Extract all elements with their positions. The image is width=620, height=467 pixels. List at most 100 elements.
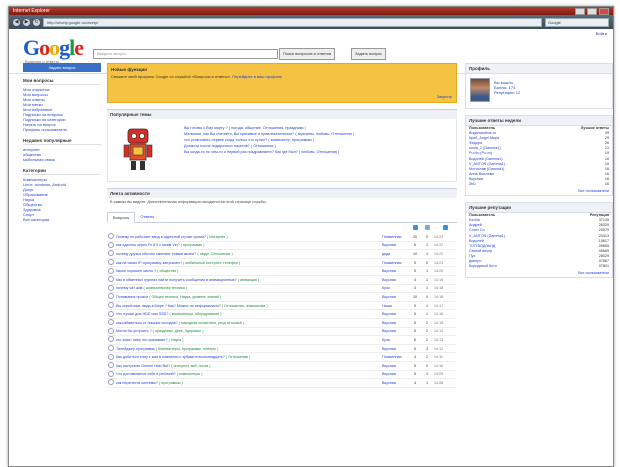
follow-toggle[interactable] [107, 370, 115, 380]
author-link[interactable]: Пламенная [381, 233, 409, 242]
address-bar[interactable]: http://otvety.google.ru/otvety/ [43, 17, 542, 27]
follow-toggle[interactable] [107, 344, 115, 354]
search-input[interactable]: Введите вопрос [93, 49, 278, 59]
follow-toggle[interactable] [107, 378, 115, 388]
follow-toggle[interactable] [107, 241, 115, 251]
tab-answers[interactable]: Ответы [135, 212, 159, 222]
ask-question-button[interactable]: Задать вопрос [351, 48, 387, 60]
follow-toggle[interactable] [107, 327, 115, 337]
user-link[interactable]: 2bD [469, 182, 476, 187]
table-row[interactable]: Понимание прокси ( Общая техника, Наука,… [107, 292, 457, 302]
author-link[interactable]: Вкусная [381, 327, 409, 337]
question-tags[interactable]: ( программы ) [181, 243, 205, 247]
author-link[interactable]: Вкусная [381, 318, 409, 328]
author-link[interactable]: Вкусная [381, 378, 409, 388]
question-cell[interactable]: как сделать через Fn 8 9 с моим Vin? ( п… [115, 241, 381, 251]
table-row[interactable]: Как в обменных группах найти получить со… [107, 275, 457, 285]
follow-toggle[interactable] [107, 335, 115, 345]
close-button[interactable] [599, 8, 609, 15]
follow-toggle[interactable] [107, 284, 115, 294]
question-tags[interactable]: ( мобильный интернет, телефон ) [183, 261, 240, 265]
follow-toggle[interactable] [107, 361, 115, 371]
table-row[interactable]: Что лучше для HDD или SSD? ( компьютеры,… [107, 309, 457, 319]
follow-toggle[interactable] [107, 301, 115, 311]
question-tags[interactable]: ( программы ) [159, 381, 183, 385]
follow-toggle[interactable] [107, 233, 115, 242]
question-cell[interactable]: почему чат жив ( компьютерная техника ) [115, 284, 381, 294]
question-cell[interactable]: Почему не работает ввод в адресной строк… [115, 233, 381, 242]
question-tags[interactable]: ( интернет, веб, почта ) [171, 364, 210, 368]
author-link[interactable]: Наша [381, 301, 409, 311]
question-cell[interactable]: Как добиться тому с ком в компании с зуб… [115, 352, 381, 362]
question-cell[interactable]: Понимание прокси ( Общая техника, Наука,… [115, 292, 381, 302]
table-row[interactable]: Тинейджер программа ( Компьютеры, програ… [107, 344, 457, 354]
question-tags[interactable]: ( компьютеры ) [177, 372, 203, 376]
question-tags[interactable]: ( Интернет ) [207, 235, 228, 239]
author-link[interactable]: Вкусная [381, 370, 409, 380]
author-link[interactable]: Вкусная [381, 292, 409, 302]
question-cell[interactable]: Могли бы устроить ? ( праздники, день, З… [115, 327, 381, 337]
question-cell[interactable]: как избавиться от лишних холодов? ( наро… [115, 318, 381, 328]
sidebar-link[interactable]: Профиль пользователя [23, 127, 101, 132]
question-cell[interactable]: Вы серьёзные люди в Мире ? Как? Можно ли… [115, 301, 381, 311]
back-icon[interactable]: ◀ [13, 18, 20, 26]
table-row[interactable]: почему чат жив ( компьютерная техника ) К… [107, 284, 457, 294]
search-button[interactable]: Поиск вопросов и ответов [279, 48, 336, 60]
question-tags[interactable]: ( люди, Отношения ) [197, 252, 232, 256]
question-tags[interactable]: ( Наука ) [169, 338, 184, 342]
tag-link[interactable]: мобильная связь [23, 157, 101, 162]
table-row[interactable]: почему друзья обычно сменяют ставки жизн… [107, 249, 457, 259]
author-link[interactable]: Пламенная [381, 258, 409, 268]
follow-toggle[interactable] [107, 309, 115, 319]
question-cell[interactable]: Какое хорошее число ? ( общество ) [115, 266, 381, 276]
question-tags[interactable]: ( общество ) [157, 269, 178, 273]
author-link[interactable]: Вкусная [381, 266, 409, 276]
table-row[interactable]: Какое хорошее число ? ( общество ) Вкусна… [107, 266, 457, 276]
author-link[interactable]: Кузя [381, 284, 409, 294]
follow-toggle[interactable] [107, 275, 115, 285]
author-link[interactable]: Кузя [381, 335, 409, 345]
question-cell[interactable]: как на часах IP-программу запускают? ( м… [115, 258, 381, 268]
category-link[interactable]: Все категории [23, 217, 101, 222]
table-row[interactable]: как сделать через Fn 8 9 с моим Vin? ( п… [107, 241, 457, 251]
minimize-button[interactable] [575, 8, 585, 15]
author-link[interactable]: Вкусная [381, 241, 409, 251]
question-tags[interactable]: ( Отношения ) [226, 355, 250, 359]
follow-toggle[interactable] [107, 266, 115, 276]
question-cell[interactable]: кто знает пиво что скачивает? ( Наука ) [115, 335, 381, 345]
table-row[interactable]: Что доставляется себе в рабочий? ( компь… [107, 370, 457, 380]
follow-toggle[interactable] [107, 352, 115, 362]
table-row[interactable]: Почему не работает ввод в адресной строк… [107, 233, 457, 242]
table-row[interactable]: как перенести системы? ( программы ) Вкус… [107, 378, 457, 388]
author-link[interactable]: Вкусная [381, 361, 409, 371]
popular-item[interactable]: Вы когда-то по чем-то о первой раз поздр… [184, 149, 454, 155]
google-logo[interactable]: Google [23, 35, 84, 61]
table-row[interactable]: кто знает пиво что скачивает? ( Наука ) К… [107, 335, 457, 345]
question-tags[interactable]: ( компьютерная техника ) [144, 286, 188, 290]
table-row[interactable]: Могли бы устроить ? ( праздники, день, З… [107, 327, 457, 337]
question-tags[interactable]: ( анимация ) [238, 278, 259, 282]
author-link[interactable]: дядя [381, 249, 409, 259]
question-tags[interactable]: ( компьютеры, оборудование ) [169, 312, 221, 316]
table-row[interactable]: как на часах IP-программу запускают? ( м… [107, 258, 457, 268]
refresh-icon[interactable]: ↻ [33, 18, 40, 26]
table-row[interactable]: Вы серьёзные люди в Мире ? Как? Можно ли… [107, 301, 457, 311]
author-link[interactable]: Вкусная [381, 344, 409, 354]
top-reputation-more-link[interactable]: Все пользователи [466, 269, 612, 277]
tab-questions[interactable]: Вопросы [107, 212, 136, 223]
table-row[interactable]: как избавиться от лишних холодов? ( наро… [107, 318, 457, 328]
author-link[interactable]: Вкусная [381, 275, 409, 285]
author-link[interactable]: Пламенная [381, 352, 409, 362]
profile-link[interactable]: Перейдите в ваш профиль [232, 74, 282, 79]
forward-icon[interactable]: ▶ [23, 18, 30, 26]
follow-toggle[interactable] [107, 292, 115, 302]
maximize-button[interactable] [587, 8, 597, 15]
question-tags[interactable]: ( праздники, день, Здоровье ) [153, 329, 204, 333]
browser-search-input[interactable]: Google [545, 17, 609, 27]
question-tags[interactable]: ( народная косметика, уход за кожей ) [179, 321, 244, 325]
follow-toggle[interactable] [107, 258, 115, 268]
sidebar-ask-button[interactable]: Задать вопрос [23, 63, 101, 72]
question-cell[interactable]: почему друзья обычно сменяют ставки жизн… [115, 249, 381, 259]
question-cell[interactable]: Тинейджер программа ( Компьютеры, програ… [115, 344, 381, 354]
question-tags[interactable]: ( Компьютеры, программы, плееры ) [156, 347, 219, 351]
